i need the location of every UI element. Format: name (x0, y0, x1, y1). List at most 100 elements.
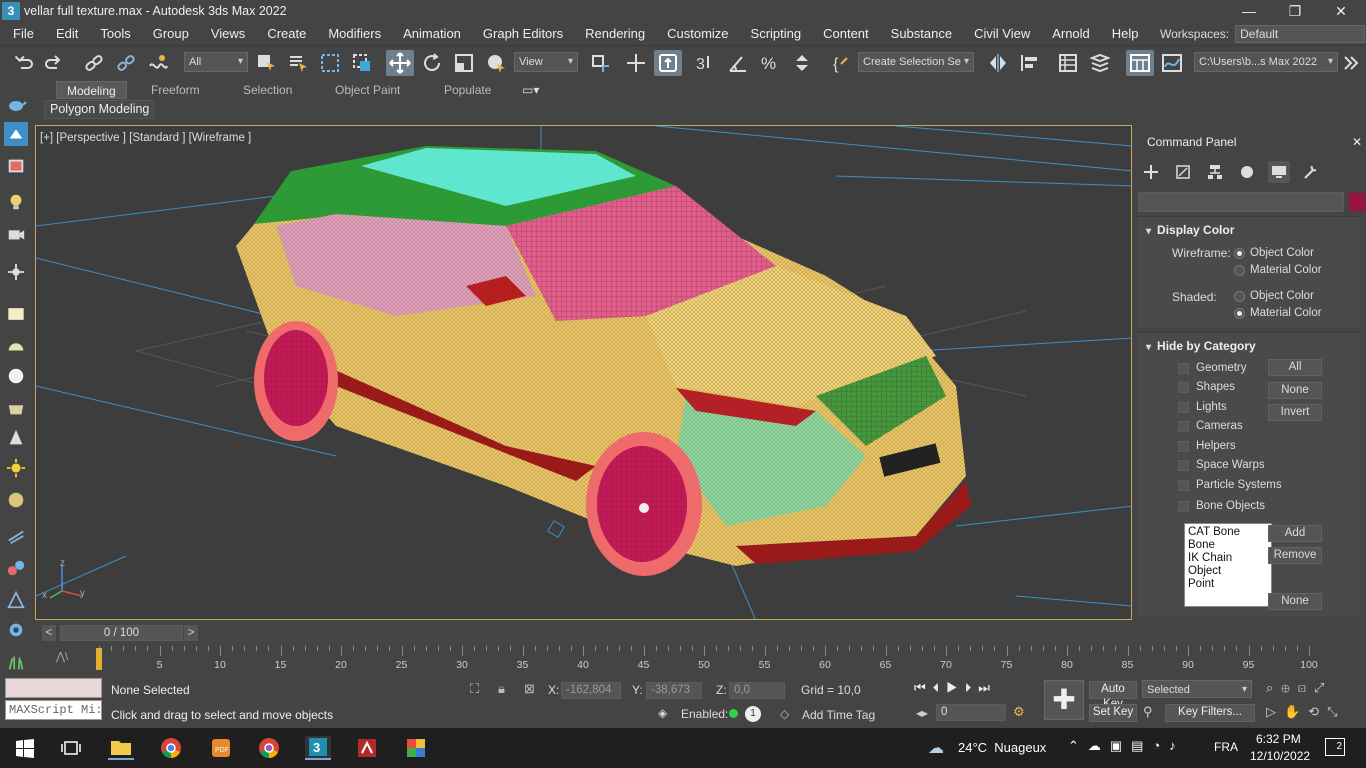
viewport-label[interactable]: [+] [Perspective ] [Standard ] [Wirefram… (40, 132, 251, 144)
current-frame-field[interactable]: 0 (936, 704, 1006, 721)
lock-icon[interactable]: 🔒︎ (498, 681, 505, 697)
toolbar-overflow-icon[interactable] (1340, 50, 1362, 76)
enabled-count-badge[interactable]: 1 (745, 706, 761, 722)
snap-3d-icon[interactable]: 3 (690, 50, 718, 76)
z-coordinate-field[interactable]: 0,0 (729, 682, 785, 699)
shaded-object-color-radio[interactable]: Object Color (1234, 290, 1314, 302)
absolute-mode-icon[interactable]: ⊠ (524, 681, 535, 697)
set-key-button[interactable]: Set Key (1089, 704, 1137, 722)
viewport-nav-controls[interactable]: ⌕⊕⊡⤢ (1266, 680, 1332, 696)
menu-tools[interactable]: Tools (87, 26, 139, 41)
invert-button[interactable]: Invert (1268, 404, 1322, 421)
category-list[interactable]: CAT Bone Bone IK Chain Object Point (1184, 523, 1272, 607)
sun-icon[interactable] (4, 456, 28, 480)
camera-icon[interactable] (4, 222, 28, 246)
color-app-icon[interactable] (403, 736, 429, 760)
time-config-icon[interactable]: ⚙ (1013, 704, 1025, 720)
reference-coordinate-dropdown[interactable]: View (514, 52, 578, 72)
selection-filter-dropdown[interactable]: All (184, 52, 248, 72)
category-cameras-checkbox[interactable]: Cameras (1178, 420, 1243, 432)
key-mode-dropdown[interactable]: Selected (1142, 680, 1252, 698)
render-frame-icon[interactable] (4, 154, 28, 178)
all-button[interactable]: All (1268, 359, 1322, 376)
settings-gear-icon[interactable] (4, 618, 28, 642)
tab-modeling[interactable]: Modeling (56, 81, 127, 99)
auto-key-button[interactable]: Auto Key (1089, 681, 1137, 710)
menu-substance[interactable]: Substance (878, 26, 961, 41)
add-time-tag[interactable]: Add Time Tag (802, 708, 875, 722)
task-view-icon[interactable] (58, 736, 84, 760)
category-lights-checkbox[interactable]: Lights (1178, 401, 1227, 413)
set-key-button-icon[interactable]: ✚ (1044, 680, 1084, 720)
time-tag-icon[interactable]: ◇ (780, 707, 789, 721)
teapot-icon[interactable] (4, 92, 28, 116)
grass-icon[interactable] (4, 650, 28, 674)
menu-graph-editors[interactable]: Graph Editors (470, 26, 572, 41)
viewport-mode-icon[interactable] (4, 122, 28, 146)
helpers-icon[interactable] (4, 260, 28, 284)
listener-color-field[interactable] (5, 678, 102, 698)
object-name-input[interactable] (1138, 192, 1344, 212)
select-move-icon[interactable] (386, 50, 414, 76)
align-icon[interactable] (1016, 50, 1044, 76)
key-filters-button[interactable]: Key Filters... (1165, 704, 1255, 722)
list-item[interactable]: Bone (1188, 539, 1268, 552)
weather-cloud-icon[interactable]: ☁ (928, 738, 944, 758)
sphere-icon[interactable] (4, 364, 28, 388)
menu-views[interactable]: Views (198, 26, 254, 41)
weather-text[interactable]: 24°C Nuageux (958, 740, 1046, 755)
wireframe-material-color-radio[interactable]: Material Color (1234, 264, 1322, 276)
utilities-icon[interactable] (1300, 161, 1322, 183)
command-panel-close-button[interactable]: ✕ (1352, 135, 1362, 149)
modify-icon[interactable] (1172, 161, 1194, 183)
pivot-icon[interactable] (586, 50, 614, 76)
tab-populate[interactable]: Populate (434, 81, 501, 99)
sphere-gold-icon[interactable] (4, 488, 28, 512)
hemisphere-icon[interactable] (4, 334, 28, 358)
flash-icon[interactable] (354, 736, 380, 760)
basket-icon[interactable] (4, 396, 28, 420)
app-icon[interactable]: 3 (2, 2, 20, 20)
list-item[interactable]: Point (1188, 578, 1268, 591)
category-particle-systems-checkbox[interactable]: Particle Systems (1178, 479, 1282, 491)
clock-time[interactable]: 6:32 PM (1256, 732, 1301, 746)
tab-object-paint[interactable]: Object Paint (325, 81, 410, 99)
notification-center-icon[interactable]: 2 (1325, 738, 1345, 756)
menu-help[interactable]: Help (1099, 26, 1148, 41)
menu-arnold[interactable]: Arnold (1039, 26, 1099, 41)
keyboard-shortcut-icon[interactable] (654, 50, 682, 76)
minimize-button[interactable]: — (1226, 0, 1272, 22)
menu-customize[interactable]: Customize (654, 26, 737, 41)
x-coordinate-field[interactable]: -162,804 (561, 682, 621, 699)
category-geometry-checkbox[interactable]: Geometry (1178, 362, 1247, 374)
none-button[interactable]: None (1268, 382, 1322, 399)
create-icon[interactable] (1140, 161, 1162, 183)
selection-set-dropdown[interactable]: Create Selection Se (858, 52, 974, 72)
menu-content[interactable]: Content (810, 26, 878, 41)
menu-create[interactable]: Create (254, 26, 315, 41)
3dsmax-icon[interactable]: 3 (305, 736, 331, 760)
percent-snap-icon[interactable]: % (756, 50, 784, 76)
tab-selection[interactable]: Selection (233, 81, 302, 99)
list-item[interactable]: CAT Bone (1188, 526, 1268, 539)
mirror-icon[interactable] (984, 50, 1012, 76)
select-rotate-icon[interactable] (418, 50, 446, 76)
track-bar[interactable]: ⋀\ 0510152025303540455055606570758085909… (40, 646, 1366, 672)
edit-named-sets-icon[interactable]: { (828, 50, 856, 76)
angle-snap-icon[interactable] (724, 50, 752, 76)
close-button[interactable]: ✕ (1318, 0, 1364, 22)
isolate-icon[interactable]: ⛶ (470, 681, 479, 697)
next-frame-button[interactable]: > (184, 625, 198, 641)
material-balls-icon[interactable] (4, 556, 28, 580)
manipulate-icon[interactable] (622, 50, 650, 76)
menu-file[interactable]: File (0, 26, 43, 41)
rect-selection-icon[interactable] (316, 50, 344, 76)
restore-button[interactable]: ❐ (1272, 0, 1318, 22)
menu-civil-view[interactable]: Civil View (961, 26, 1039, 41)
clock-date[interactable]: 12/10/2022 (1250, 749, 1310, 763)
menu-scripting[interactable]: Scripting (738, 26, 811, 41)
cone-icon[interactable] (4, 426, 28, 450)
category-helpers-checkbox[interactable]: Helpers (1178, 440, 1236, 452)
system-tray-icons[interactable]: ⌃☁▣▤◔♪ (1068, 738, 1185, 754)
layer-explorer-icon[interactable] (1086, 50, 1114, 76)
